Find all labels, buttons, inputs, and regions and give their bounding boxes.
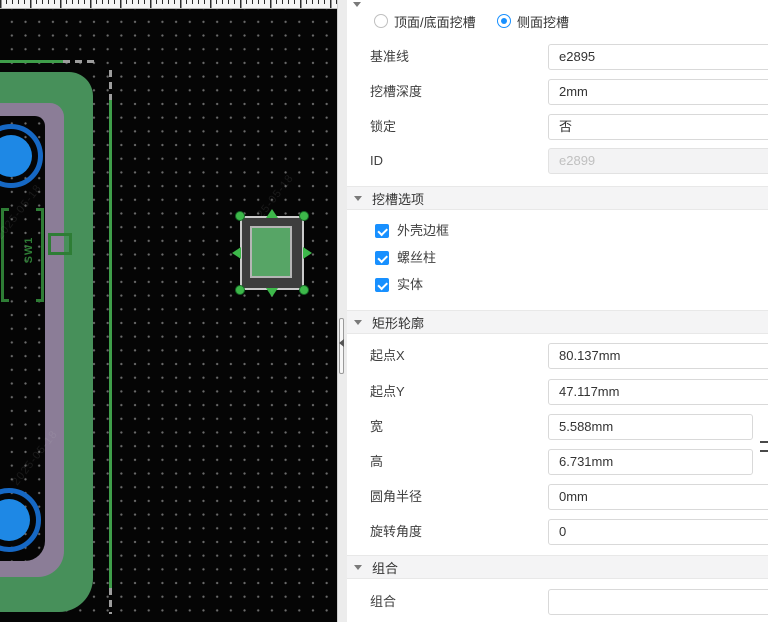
start-x-input[interactable]: 80.137mm bbox=[548, 343, 768, 369]
silkscreen-bracket-right-stub-top bbox=[36, 208, 44, 211]
resize-handle-bottom-right[interactable] bbox=[299, 285, 309, 295]
field-label: 挖槽深度 bbox=[370, 79, 422, 105]
radio-label: 顶面/底面挖槽 bbox=[394, 12, 476, 31]
field-label: 锁定 bbox=[370, 114, 396, 140]
field-label: 组合 bbox=[370, 589, 396, 615]
section-title: 组合 bbox=[372, 558, 398, 577]
checkbox-label: 外壳边框 bbox=[397, 223, 449, 239]
resize-handle-top-right[interactable] bbox=[299, 211, 309, 221]
corner-radius-input[interactable]: 0mm bbox=[548, 484, 768, 510]
field-row-rotation: 旋转角度 0 bbox=[347, 519, 768, 545]
chevron-down-icon[interactable] bbox=[354, 196, 362, 201]
silkscreen-bracket-left-stub-bottom bbox=[1, 299, 9, 302]
resize-handle-top-left[interactable] bbox=[235, 211, 245, 221]
field-label: 起点X bbox=[370, 343, 405, 369]
field-row-lock: 锁定 否 bbox=[347, 114, 768, 140]
lock-select[interactable]: 否 bbox=[548, 114, 768, 140]
checkbox-label: 实体 bbox=[397, 277, 423, 293]
group-input[interactable] bbox=[548, 589, 768, 615]
section-title: 挖槽选项 bbox=[372, 189, 424, 208]
datum-line-horizontal[interactable] bbox=[0, 60, 63, 63]
field-row-start-x: 起点X 80.137mm bbox=[347, 343, 768, 369]
section-header-rect-outline[interactable]: 矩形轮廓 bbox=[347, 310, 768, 334]
field-label: 基准线 bbox=[370, 44, 409, 70]
field-row-baseline: 基准线 e2895 bbox=[347, 44, 768, 70]
checkbox-checked-icon[interactable] bbox=[375, 278, 389, 292]
link-width-height-icon[interactable] bbox=[760, 441, 768, 452]
radio-side-groove[interactable]: 侧面挖槽 bbox=[497, 10, 569, 32]
pcb-canvas[interactable]: SW1 2025-05-18 2025-05-18 2025-05-18 bbox=[0, 0, 337, 622]
collapse-panel-arrow-icon[interactable] bbox=[339, 339, 344, 347]
field-label: 高 bbox=[370, 449, 383, 475]
field-row-depth: 挖槽深度 2mm bbox=[347, 79, 768, 105]
silkscreen-bracket-right-stub-bottom bbox=[36, 299, 44, 302]
field-row-start-y: 起点Y 47.117mm bbox=[347, 379, 768, 405]
stretch-arrow-down[interactable] bbox=[266, 288, 278, 297]
silkscreen-refdes[interactable]: SW1 bbox=[23, 235, 37, 265]
section-title: 矩形轮廓 bbox=[372, 313, 424, 332]
baseline-input[interactable]: e2895 bbox=[548, 44, 768, 70]
field-row-id: ID e2899 bbox=[347, 148, 768, 174]
selected-slot-inner[interactable] bbox=[250, 226, 292, 278]
silkscreen-bracket-right[interactable] bbox=[41, 208, 44, 302]
field-label: 起点Y bbox=[370, 379, 405, 405]
field-label: 宽 bbox=[370, 414, 383, 440]
radio-icon[interactable] bbox=[374, 14, 388, 28]
datum-line-vertical-extension-top bbox=[109, 70, 112, 100]
field-label: ID bbox=[370, 148, 383, 174]
silkscreen-bracket-left-stub-top bbox=[1, 208, 9, 211]
field-row-width: 宽 5.588mm bbox=[347, 414, 768, 440]
groove-type-radio-row: 顶面/底面挖槽 侧面挖槽 bbox=[347, 10, 768, 32]
rotation-input[interactable]: 0 bbox=[548, 519, 768, 545]
properties-panel: 顶面/底面挖槽 侧面挖槽 基准线 e2895 挖槽深度 2mm 锁定 否 ID … bbox=[347, 0, 768, 622]
checkbox-checked-icon[interactable] bbox=[375, 251, 389, 265]
radio-selected-icon[interactable] bbox=[497, 14, 511, 28]
checkbox-label: 螺丝柱 bbox=[397, 250, 436, 266]
chevron-down-icon[interactable] bbox=[354, 565, 362, 570]
datum-line-vertical[interactable] bbox=[109, 100, 112, 588]
field-row-group: 组合 bbox=[347, 589, 768, 615]
field-row-corner-radius: 圆角半径 0mm bbox=[347, 484, 768, 510]
stretch-arrow-right[interactable] bbox=[303, 247, 312, 259]
section-header-group[interactable]: 组合 bbox=[347, 555, 768, 579]
stretch-arrow-up[interactable] bbox=[266, 209, 278, 218]
start-y-input[interactable]: 47.117mm bbox=[548, 379, 768, 405]
id-input: e2899 bbox=[548, 148, 768, 174]
silkscreen-switch-body[interactable] bbox=[48, 233, 72, 255]
stretch-arrow-left[interactable] bbox=[232, 247, 241, 259]
section-collapse-icon[interactable] bbox=[353, 2, 361, 7]
checkbox-checked-icon[interactable] bbox=[375, 224, 389, 238]
resize-handle-bottom-left[interactable] bbox=[235, 285, 245, 295]
datum-line-horizontal-extension bbox=[63, 60, 95, 63]
checkbox-row-shell-border: 外壳边框 bbox=[347, 223, 768, 239]
panel-splitter[interactable] bbox=[337, 0, 347, 622]
section-header-groove-options[interactable]: 挖槽选项 bbox=[347, 186, 768, 210]
radio-top-bottom-groove[interactable]: 顶面/底面挖槽 bbox=[374, 10, 476, 32]
pcb-editor-window: SW1 2025-05-18 2025-05-18 2025-05-18 bbox=[0, 0, 768, 622]
radio-label: 侧面挖槽 bbox=[517, 12, 569, 31]
chevron-down-icon[interactable] bbox=[354, 320, 362, 325]
ruler-horizontal bbox=[0, 0, 337, 9]
field-label: 圆角半径 bbox=[370, 484, 422, 510]
height-input[interactable]: 6.731mm bbox=[548, 449, 753, 475]
checkbox-row-screw-post: 螺丝柱 bbox=[347, 250, 768, 266]
field-label: 旋转角度 bbox=[370, 519, 422, 545]
checkbox-row-solid: 实体 bbox=[347, 277, 768, 293]
width-input[interactable]: 5.588mm bbox=[548, 414, 753, 440]
groove-depth-input[interactable]: 2mm bbox=[548, 79, 768, 105]
field-row-height: 高 6.731mm bbox=[347, 449, 768, 475]
datum-line-vertical-extension-bottom bbox=[109, 588, 112, 614]
